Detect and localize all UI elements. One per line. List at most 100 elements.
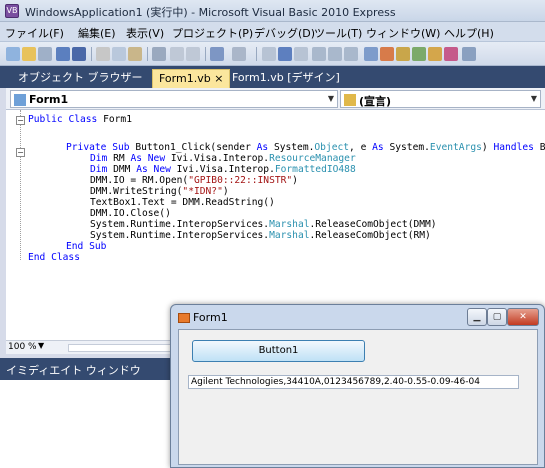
chevron-down-icon[interactable]: ▼ — [38, 341, 44, 350]
code-token: DMM — [113, 164, 137, 175]
code-token: Button1_Click(sender — [135, 142, 257, 153]
zoom-bar: 100 % ▼ — [6, 340, 186, 354]
menu-debug[interactable]: デバッグ(D) — [254, 25, 315, 41]
menu-help[interactable]: ヘルプ(H) — [444, 25, 494, 41]
paste-icon[interactable] — [128, 47, 142, 61]
menu-view[interactable]: 表示(V) — [126, 25, 164, 41]
code-token: ) — [481, 142, 494, 153]
uncomment-icon[interactable] — [186, 47, 200, 61]
code-line-4: Dim DMM As New Ivi.Visa.Interop.Formatte… — [90, 164, 356, 175]
code-token: ) — [222, 186, 229, 197]
maximize-button[interactable]: ▢ — [487, 308, 507, 326]
code-token: .ReleaseComObject(DMM) — [309, 219, 437, 230]
save-icon[interactable] — [56, 47, 70, 61]
toolbar-separator — [91, 47, 92, 61]
code-token: Public — [28, 114, 69, 125]
tab-form1-design[interactable]: Form1.vb [デザイン] — [226, 69, 346, 88]
tab-form1-code[interactable]: Form1.vb × — [152, 69, 231, 88]
document-tabs: オブジェクト ブラウザー Form1.vb × Form1.vb [デザイン] — [0, 66, 545, 88]
code-line-2: Private Sub Button1_Click(sender As Syst… — [66, 142, 545, 153]
code-token: Ivi.Visa.Interop. — [176, 164, 275, 175]
code-line-10: System.Runtime.InteropServices.Marshal.R… — [90, 230, 431, 241]
code-token: System. — [273, 142, 315, 153]
code-line-9: System.Runtime.InteropServices.Marshal.R… — [90, 219, 437, 230]
step-out-icon[interactable] — [344, 47, 358, 61]
form-title: Form1 — [193, 311, 228, 324]
code-token: Sub — [112, 142, 136, 153]
declarations-icon — [344, 94, 356, 106]
code-token: As — [372, 142, 390, 153]
code-token: As — [256, 142, 274, 153]
minimize-button[interactable]: ▁ — [467, 308, 487, 326]
code-token: System. — [389, 142, 430, 153]
zoom-level[interactable]: 100 % — [8, 342, 37, 352]
redo-icon[interactable] — [232, 47, 246, 61]
tab-object-browser[interactable]: オブジェクト ブラウザー — [12, 69, 149, 88]
open-icon[interactable] — [22, 47, 36, 61]
code-token: DMM.IO = RM.Open( — [90, 175, 189, 186]
code-token: .ReleaseComObject(RM) — [309, 230, 431, 241]
start-debug-icon[interactable] — [262, 47, 276, 61]
chevron-down-icon: ▼ — [530, 94, 537, 103]
collapse-icon[interactable]: − — [16, 148, 25, 157]
stop-debug-icon[interactable] — [294, 47, 308, 61]
toolbar-separator — [147, 47, 148, 61]
code-line-7: TextBox1.Text = DMM.ReadString() — [90, 197, 275, 208]
object-browser-icon[interactable] — [396, 47, 410, 61]
code-token: Dim — [90, 164, 114, 175]
menu-project[interactable]: プロジェクト(P) — [172, 25, 253, 41]
solution-explorer-icon[interactable] — [364, 47, 378, 61]
code-token: DMM.WriteString( — [90, 186, 183, 197]
step-into-icon[interactable] — [312, 47, 326, 61]
code-token: "GPIB0::22::INSTR" — [188, 175, 293, 186]
menu-window[interactable]: ウィンドウ(W) — [366, 25, 440, 41]
menu-file[interactable]: ファイル(F) — [5, 25, 64, 41]
code-line-5: DMM.IO = RM.Open("GPIB0::22::INSTR") — [90, 175, 298, 186]
member-combo[interactable]: (宣言) ▼ — [340, 90, 541, 108]
code-token: As New — [136, 164, 177, 175]
add-item-icon[interactable] — [38, 47, 52, 61]
code-line-12: End Class — [28, 252, 80, 263]
error-list-icon[interactable] — [428, 47, 442, 61]
immediate-window-body[interactable] — [0, 380, 178, 468]
code-token: ) — [292, 175, 298, 186]
class-combo[interactable]: Form1 ▼ — [10, 90, 338, 108]
code-token: System.Runtime.InteropServices. — [90, 230, 270, 241]
textbox1[interactable]: Agilent Technologies,34410A,0123456789,2… — [188, 375, 519, 389]
collapse-icon[interactable]: − — [16, 116, 25, 125]
code-line-1: Public Class Form1 — [28, 114, 132, 125]
code-line-3: Dim RM As New Ivi.Visa.Interop.ResourceM… — [90, 153, 356, 164]
save-all-icon[interactable] — [72, 47, 86, 61]
properties-icon[interactable] — [380, 47, 394, 61]
title-bar: VB WindowsApplication1 (実行中) - Microsoft… — [0, 0, 545, 22]
toolbar-options-icon[interactable] — [462, 47, 476, 61]
code-line-11: End Sub — [66, 241, 107, 252]
menu-edit[interactable]: 編集(E) — [78, 25, 116, 41]
horizontal-scrollbar[interactable] — [68, 344, 178, 352]
code-token: Dim — [90, 153, 114, 164]
code-token: RM — [113, 153, 131, 164]
immediate-window-header: イミディエイト ウィンドウ — [0, 358, 180, 380]
menu-tools[interactable]: ツール(T) — [314, 25, 362, 41]
new-project-icon[interactable] — [6, 47, 20, 61]
copy-icon[interactable] — [112, 47, 126, 61]
step-over-icon[interactable] — [328, 47, 342, 61]
menu-bar: ファイル(F) 編集(E) 表示(V) プロジェクト(P) デバッグ(D) ツー… — [0, 22, 545, 42]
undo-icon[interactable] — [210, 47, 224, 61]
outline-gutter — [20, 110, 21, 260]
cut-icon[interactable] — [96, 47, 110, 61]
form-icon — [178, 313, 190, 323]
button1[interactable]: Button1 — [192, 340, 365, 362]
break-all-icon[interactable] — [278, 47, 292, 61]
find-icon[interactable] — [152, 47, 166, 61]
toolbar-separator — [256, 47, 257, 61]
window-title: WindowsApplication1 (実行中) - Microsoft Vi… — [25, 6, 396, 19]
code-token: Ivi.Visa.Interop. — [170, 153, 270, 164]
code-token: System.Runtime.InteropServices. — [90, 219, 270, 230]
code-token: EventArgs — [429, 142, 482, 153]
close-button[interactable]: ✕ — [507, 308, 539, 326]
code-line-6: DMM.WriteString("*IDN?") — [90, 186, 229, 197]
comment-icon[interactable] — [170, 47, 184, 61]
start-page-icon[interactable] — [444, 47, 458, 61]
toolbox-icon[interactable] — [412, 47, 426, 61]
